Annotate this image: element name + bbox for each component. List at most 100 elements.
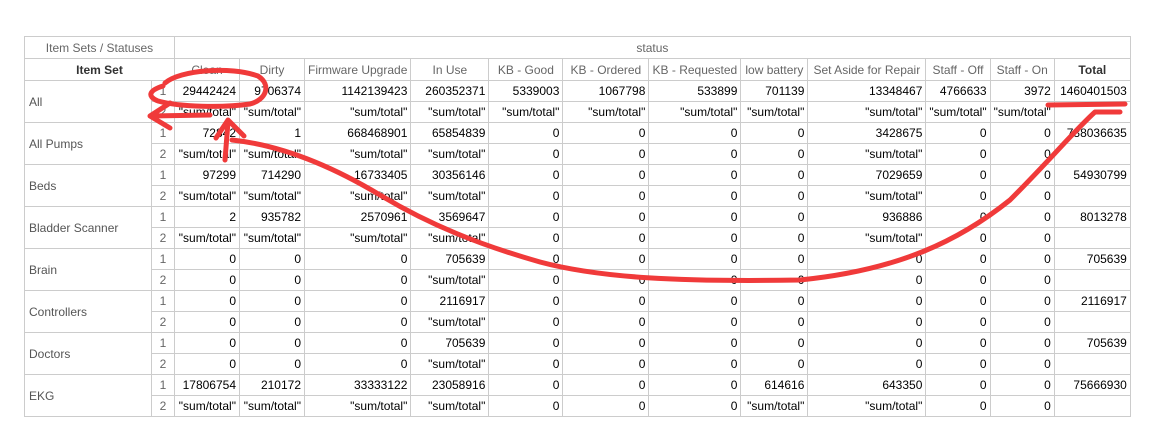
table-cell[interactable]: 0 [488,290,564,312]
table-cell[interactable]: 0 [303,332,412,354]
table-cell[interactable]: 0 [488,353,564,375]
table-cell[interactable]: 0 [488,311,564,333]
table-cell[interactable]: 0 [562,122,650,144]
table-cell[interactable]: 72842 [174,122,240,144]
table-cell[interactable]: "sum/total" [303,227,412,249]
table-cell[interactable]: 0 [562,353,650,375]
table-cell[interactable]: "sum/total" [807,227,927,249]
table-cell[interactable]: 0 [303,311,412,333]
table-cell[interactable]: 0 [740,353,809,375]
table-cell[interactable]: "sum/total" [174,395,240,417]
table-cell[interactable]: 0 [925,311,991,333]
table-cell[interactable]: 0 [648,164,742,186]
table-cell[interactable]: 8013278 [1053,206,1131,228]
table-cell[interactable]: 0 [648,143,742,165]
table-cell[interactable]: 0 [807,353,927,375]
table-cell[interactable]: 0 [562,248,650,270]
table-cell[interactable]: 0 [740,269,809,291]
table-cell[interactable]: 0 [989,206,1055,228]
column-header-staff-off[interactable]: Staff - Off [925,58,991,81]
table-cell[interactable]: 2116917 [1053,290,1131,312]
table-cell[interactable]: 0 [989,227,1055,249]
table-cell[interactable]: 0 [488,164,564,186]
column-header-kb-good[interactable]: KB - Good [488,58,564,81]
row-label[interactable]: EKG [24,374,152,417]
column-header-in-use[interactable]: In Use [410,58,490,81]
table-cell[interactable]: 668468901 [303,122,412,144]
table-cell[interactable]: "sum/total" [239,227,305,249]
table-cell[interactable]: 0 [989,374,1055,396]
table-cell[interactable]: 0 [807,311,927,333]
table-cell[interactable]: 0 [989,395,1055,417]
table-cell[interactable]: 2116917 [410,290,490,312]
table-cell[interactable]: 0 [989,353,1055,375]
table-cell[interactable]: 705639 [1053,248,1131,270]
table-cell[interactable]: 0 [740,122,809,144]
table-cell[interactable]: 0 [648,206,742,228]
table-cell[interactable]: 0 [925,185,991,207]
table-cell[interactable]: "sum/total" [303,143,412,165]
table-cell[interactable]: 0 [488,269,564,291]
table-cell[interactable]: 0 [925,143,991,165]
table-cell[interactable]: 0 [925,227,991,249]
table-cell[interactable] [1053,353,1131,375]
table-cell[interactable]: 0 [648,353,742,375]
table-cell[interactable]: 0 [925,248,991,270]
table-cell[interactable]: 0 [562,206,650,228]
table-cell[interactable]: 1 [239,122,305,144]
table-cell[interactable]: 0 [648,185,742,207]
table-cell[interactable]: "sum/total" [174,185,240,207]
table-cell[interactable]: "sum/total" [410,269,490,291]
column-header-kb-ordered[interactable]: KB - Ordered [562,58,650,81]
table-cell[interactable]: 0 [488,143,564,165]
table-cell[interactable]: 2 [174,206,240,228]
table-cell[interactable]: 0 [925,206,991,228]
table-cell[interactable]: 0 [239,269,305,291]
table-cell[interactable]: 0 [174,353,240,375]
table-cell[interactable]: 0 [989,332,1055,354]
table-cell[interactable]: "sum/total" [740,101,809,123]
table-cell[interactable]: "sum/total" [303,395,412,417]
table-cell[interactable]: 0 [488,395,564,417]
table-cell[interactable]: 705639 [410,332,490,354]
table-cell[interactable]: 0 [989,164,1055,186]
table-cell[interactable]: 0 [807,248,927,270]
table-cell[interactable]: "sum/total" [303,101,412,123]
table-cell[interactable]: "sum/total" [410,395,490,417]
table-cell[interactable]: 0 [925,395,991,417]
table-cell[interactable]: 75666930 [1053,374,1131,396]
table-cell[interactable]: 705639 [1053,332,1131,354]
table-cell[interactable]: 705639 [410,248,490,270]
table-cell[interactable]: "sum/total" [989,101,1055,123]
table-cell[interactable]: 0 [239,311,305,333]
table-cell[interactable]: 0 [807,269,927,291]
table-cell[interactable]: 0 [239,248,305,270]
table-cell[interactable]: 0 [989,122,1055,144]
table-cell[interactable]: 0 [174,311,240,333]
column-header-staff-on[interactable]: Staff - On [989,58,1055,81]
table-cell[interactable]: 0 [740,206,809,228]
table-cell[interactable]: "sum/total" [410,311,490,333]
table-cell[interactable]: 0 [648,290,742,312]
table-cell[interactable]: 0 [648,395,742,417]
table-cell[interactable]: 65854839 [410,122,490,144]
table-cell[interactable]: "sum/total" [648,101,742,123]
table-cell[interactable]: "sum/total" [562,101,650,123]
table-cell[interactable]: "sum/total" [410,227,490,249]
table-cell[interactable]: 97299 [174,164,240,186]
row-label[interactable]: Brain [24,248,152,291]
table-cell[interactable] [1053,185,1131,207]
table-cell[interactable] [1053,311,1131,333]
table-cell[interactable]: "sum/total" [807,185,927,207]
column-header-set-aside-for-repair[interactable]: Set Aside for Repair [807,58,927,81]
table-cell[interactable]: 260352371 [410,80,490,102]
table-cell[interactable]: "sum/total" [807,395,927,417]
table-cell[interactable]: 0 [239,290,305,312]
table-cell[interactable]: 0 [488,206,564,228]
table-cell[interactable] [1053,227,1131,249]
table-cell[interactable]: 0 [989,143,1055,165]
table-cell[interactable]: "sum/total" [740,395,809,417]
table-cell[interactable]: 29442424 [174,80,240,102]
table-cell[interactable]: "sum/total" [239,101,305,123]
table-cell[interactable]: "sum/total" [174,101,240,123]
